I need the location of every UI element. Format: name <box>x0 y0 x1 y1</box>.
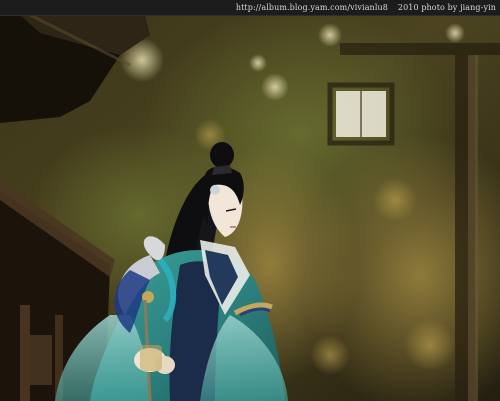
photo-credit: http://album.blog.yam.com/vivianlu8 2010 … <box>236 2 496 13</box>
credit-url: http://album.blog.yam.com/vivianlu8 <box>235 3 388 12</box>
credit-year-author: 2010 photo by jiang-yin <box>397 3 496 12</box>
puppet-photograph <box>0 15 500 401</box>
watermark-bar: http://album.blog.yam.com/vivianlu8 2010 … <box>0 0 500 16</box>
photo-frame: http://album.blog.yam.com/vivianlu8 2010 … <box>0 0 500 401</box>
hair-bun <box>210 142 234 168</box>
